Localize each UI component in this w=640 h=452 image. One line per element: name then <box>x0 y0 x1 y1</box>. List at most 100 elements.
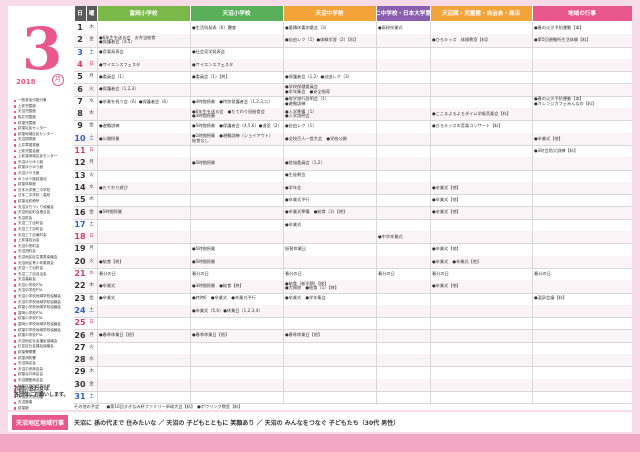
legend-marker-icon <box>14 312 17 315</box>
event-cell <box>430 317 532 330</box>
event-cell <box>430 169 532 182</box>
event-cell <box>376 317 430 330</box>
legend-marker-icon <box>14 278 17 281</box>
legend-marker-icon <box>14 362 17 365</box>
day-row: 8 木 ●6年生を送る会 ●たてわり班給食会 ●3時間授業 ●入学準備（1） ●入学説… <box>74 108 632 122</box>
day-number: 2 <box>77 35 83 45</box>
event-cell: ●サイエンスフェスタ <box>97 58 190 72</box>
event-cell <box>532 46 632 59</box>
event-cell <box>532 157 632 170</box>
day-number: 19 <box>74 244 86 254</box>
weekday: 金 <box>89 381 94 387</box>
event-cell <box>283 341 376 355</box>
event-cell: ●5時間授業 <box>97 206 190 219</box>
event-cell <box>376 304 430 318</box>
event-cell: ●音楽発表会 <box>97 46 190 59</box>
event-cell: ●卒業式準備 ●給食（3）【終】 <box>283 206 376 219</box>
day-number: 24 <box>74 305 86 315</box>
page: 3 2018 月 一般参加可能行事 上荻児童館 天沼児童館 桃井児童館 荻窪児童館 荻窪区… <box>0 0 640 452</box>
event-cell <box>283 391 376 404</box>
weekday: 金 <box>89 123 94 129</box>
legend-label: 杉並区社会福祉協議会 <box>17 344 54 349</box>
column-header-3: 天沼小学校 <box>190 6 283 21</box>
legend-marker-icon <box>14 328 17 332</box>
weekday: 火 <box>89 172 94 178</box>
column-header-0: 日 <box>74 6 86 21</box>
legend-marker-icon <box>14 356 17 360</box>
day-row: 16 金 ●5時間授業 ●卒業式準備 ●給食（3）【終】 ●卒業式【他】 <box>74 206 632 220</box>
weekday: 土 <box>89 307 94 313</box>
event-cell: ●卒業式 ●学年集会 <box>283 292 376 305</box>
legend-marker-icon <box>14 228 17 231</box>
event-cell <box>532 181 632 195</box>
legend-marker-icon <box>14 99 17 102</box>
column-header-7: 地域の行事 <box>532 6 632 21</box>
legend-label: 荻窪北口商店会 <box>17 372 44 377</box>
event-cell <box>376 341 430 355</box>
day-number: 26 <box>74 330 86 340</box>
event-cell <box>190 181 283 195</box>
legend-label: 天沼児童館 <box>17 109 36 114</box>
legend-label: 天沼中央商店会 <box>17 366 44 371</box>
event-cell <box>532 391 632 404</box>
legend-marker-icon <box>14 351 17 354</box>
weekday: 木 <box>89 369 94 375</box>
legend-label: 荻窪駅 <box>17 405 29 410</box>
legend-marker-icon <box>14 245 17 248</box>
legend-label: 天沼二丁目自治会 <box>17 271 47 276</box>
weekday: 月 <box>89 246 94 252</box>
weekday: 水 <box>89 271 94 276</box>
weekday: 水 <box>89 184 94 190</box>
event-cell <box>283 378 376 391</box>
event-cell <box>376 329 430 342</box>
event-cell <box>376 95 430 109</box>
legend-label: 上井草図書館 <box>17 143 40 148</box>
weekday: 金 <box>89 295 94 301</box>
event-cell <box>532 354 632 367</box>
event-cell: ●委員会（1）【終】 <box>190 71 283 84</box>
legend-label: 日本大学第二中学校 <box>17 187 51 192</box>
event-cell <box>190 354 283 367</box>
event-cell: ●ここるよろよろダイム学級音楽会【料】 <box>430 108 532 121</box>
day-number: 4 <box>77 59 83 69</box>
column-header-6: 天沼図・児童館・自治会・商店 <box>430 6 532 21</box>
calendar-grid: 日曜富岡小学校天沼小学校天沼中学校日本大学第二中学校・日本大学第二高等学校天沼図… <box>74 6 632 410</box>
event-cell: ●卒業式【他】 <box>430 243 532 256</box>
event-cell: ●サイエンスフェスタ <box>190 58 283 72</box>
event-cell <box>430 58 532 72</box>
legend-label: 荻窪中学校PTA <box>17 333 43 338</box>
day-number: 22 <box>74 281 86 291</box>
legend-marker-icon <box>14 256 17 259</box>
event-cell <box>97 231 190 244</box>
legend-label: 荻窪中学校地域学校協議会 <box>17 327 62 332</box>
legend-label: 荻窪体育館 <box>17 182 36 187</box>
event-cell <box>532 206 632 219</box>
day-number: 5 <box>77 72 83 82</box>
legend-marker-icon <box>14 368 17 371</box>
event-cell <box>430 83 532 96</box>
event-cell <box>532 83 632 96</box>
legend-label: 天沼商店会 <box>17 361 36 366</box>
day-number: 27 <box>74 342 86 352</box>
event-cell: ●5時間授業 ●保護者会（4,5,6）●退室（2） <box>190 120 283 133</box>
event-cell <box>376 243 430 256</box>
legend-marker-icon <box>14 110 17 114</box>
day-number: 6 <box>77 84 83 94</box>
month-number: 3 <box>22 15 63 83</box>
legend-label: 荻窪児童館 <box>17 120 36 125</box>
weekday: 土 <box>89 49 94 55</box>
event-cell: ●自由レク（1）●体験学習（2）【料】 <box>283 34 376 47</box>
day-row: 18 日 ●中学卒業式 <box>74 231 632 245</box>
event-cell: ●修学旅行説明会（1） ●避難訓練 <box>283 95 376 109</box>
event-cell: ●学校保健委員会 ●学年集会 ●安全指導 <box>283 83 376 96</box>
event-cell <box>190 341 283 355</box>
event-cell <box>430 95 532 109</box>
event-cell: ●高校卒業式 <box>376 22 430 35</box>
day-number: 14 <box>74 182 86 192</box>
legend-marker-icon <box>14 116 17 119</box>
event-cell: ●避難訓練 <box>97 120 190 133</box>
event-cell: ●入学準備（1） ●入学説明会 <box>283 108 376 121</box>
event-cell <box>430 304 532 318</box>
legend-label: 天沼中学校PTA <box>17 288 43 293</box>
day-row: 25 日 <box>74 317 632 331</box>
